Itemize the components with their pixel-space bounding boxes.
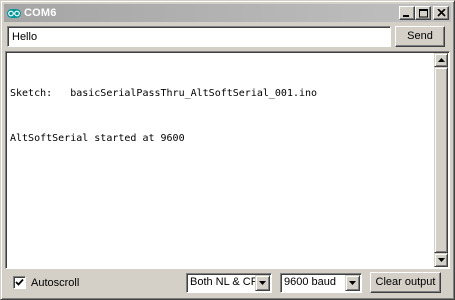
- baud-rate-dropdown-button[interactable]: [345, 275, 360, 291]
- output-line: AltSoftSerial started at 9600: [10, 133, 185, 144]
- minimize-icon: [403, 15, 409, 17]
- serial-monitor-window: COM6 Send Sketc: [0, 0, 455, 300]
- vertical-scrollbar[interactable]: [434, 53, 448, 267]
- send-row: Send: [7, 26, 449, 48]
- baud-rate-value: 9600 baud: [284, 276, 336, 288]
- scroll-down-button[interactable]: [434, 253, 448, 267]
- maximize-button[interactable]: [415, 6, 431, 20]
- autoscroll-checkbox[interactable]: [13, 276, 26, 289]
- serial-output-area[interactable]: Sketch: basicSerialPassThru_AltSoftSeria…: [5, 51, 450, 269]
- autoscroll-option[interactable]: Autoscroll: [13, 276, 79, 289]
- arrow-down-icon: [438, 258, 445, 262]
- send-input[interactable]: [7, 26, 391, 47]
- baud-rate-select[interactable]: 9600 baud: [280, 273, 362, 293]
- line-ending-value: Both NL & CR: [190, 276, 259, 288]
- output-line: Sketch: basicSerialPassThru_AltSoftSeria…: [10, 88, 318, 99]
- chevron-down-icon: [259, 281, 266, 285]
- scrollbar-thumb[interactable]: [434, 67, 448, 253]
- arrow-up-icon: [438, 58, 445, 62]
- window-controls: [399, 6, 449, 20]
- serial-output-text: Sketch: basicSerialPassThru_AltSoftSeria…: [8, 54, 433, 266]
- autoscroll-label: Autoscroll: [31, 276, 80, 289]
- title-bar[interactable]: COM6: [4, 4, 451, 22]
- checkmark-icon: [15, 278, 24, 286]
- chevron-down-icon: [349, 281, 356, 285]
- window-title: COM6: [24, 7, 57, 19]
- bottom-toolbar: Autoscroll Both NL & CR 9600 baud Clear …: [5, 271, 452, 295]
- arduino-logo-icon: [7, 7, 21, 19]
- close-icon: [437, 9, 446, 17]
- maximize-icon: [419, 9, 428, 18]
- minimize-button[interactable]: [399, 6, 415, 20]
- close-button[interactable]: [433, 6, 449, 20]
- clear-output-button[interactable]: Clear output: [370, 272, 441, 293]
- send-button[interactable]: Send: [395, 26, 445, 47]
- line-ending-select[interactable]: Both NL & CR: [186, 273, 272, 293]
- scroll-up-button[interactable]: [434, 53, 448, 67]
- line-ending-dropdown-button[interactable]: [255, 275, 270, 291]
